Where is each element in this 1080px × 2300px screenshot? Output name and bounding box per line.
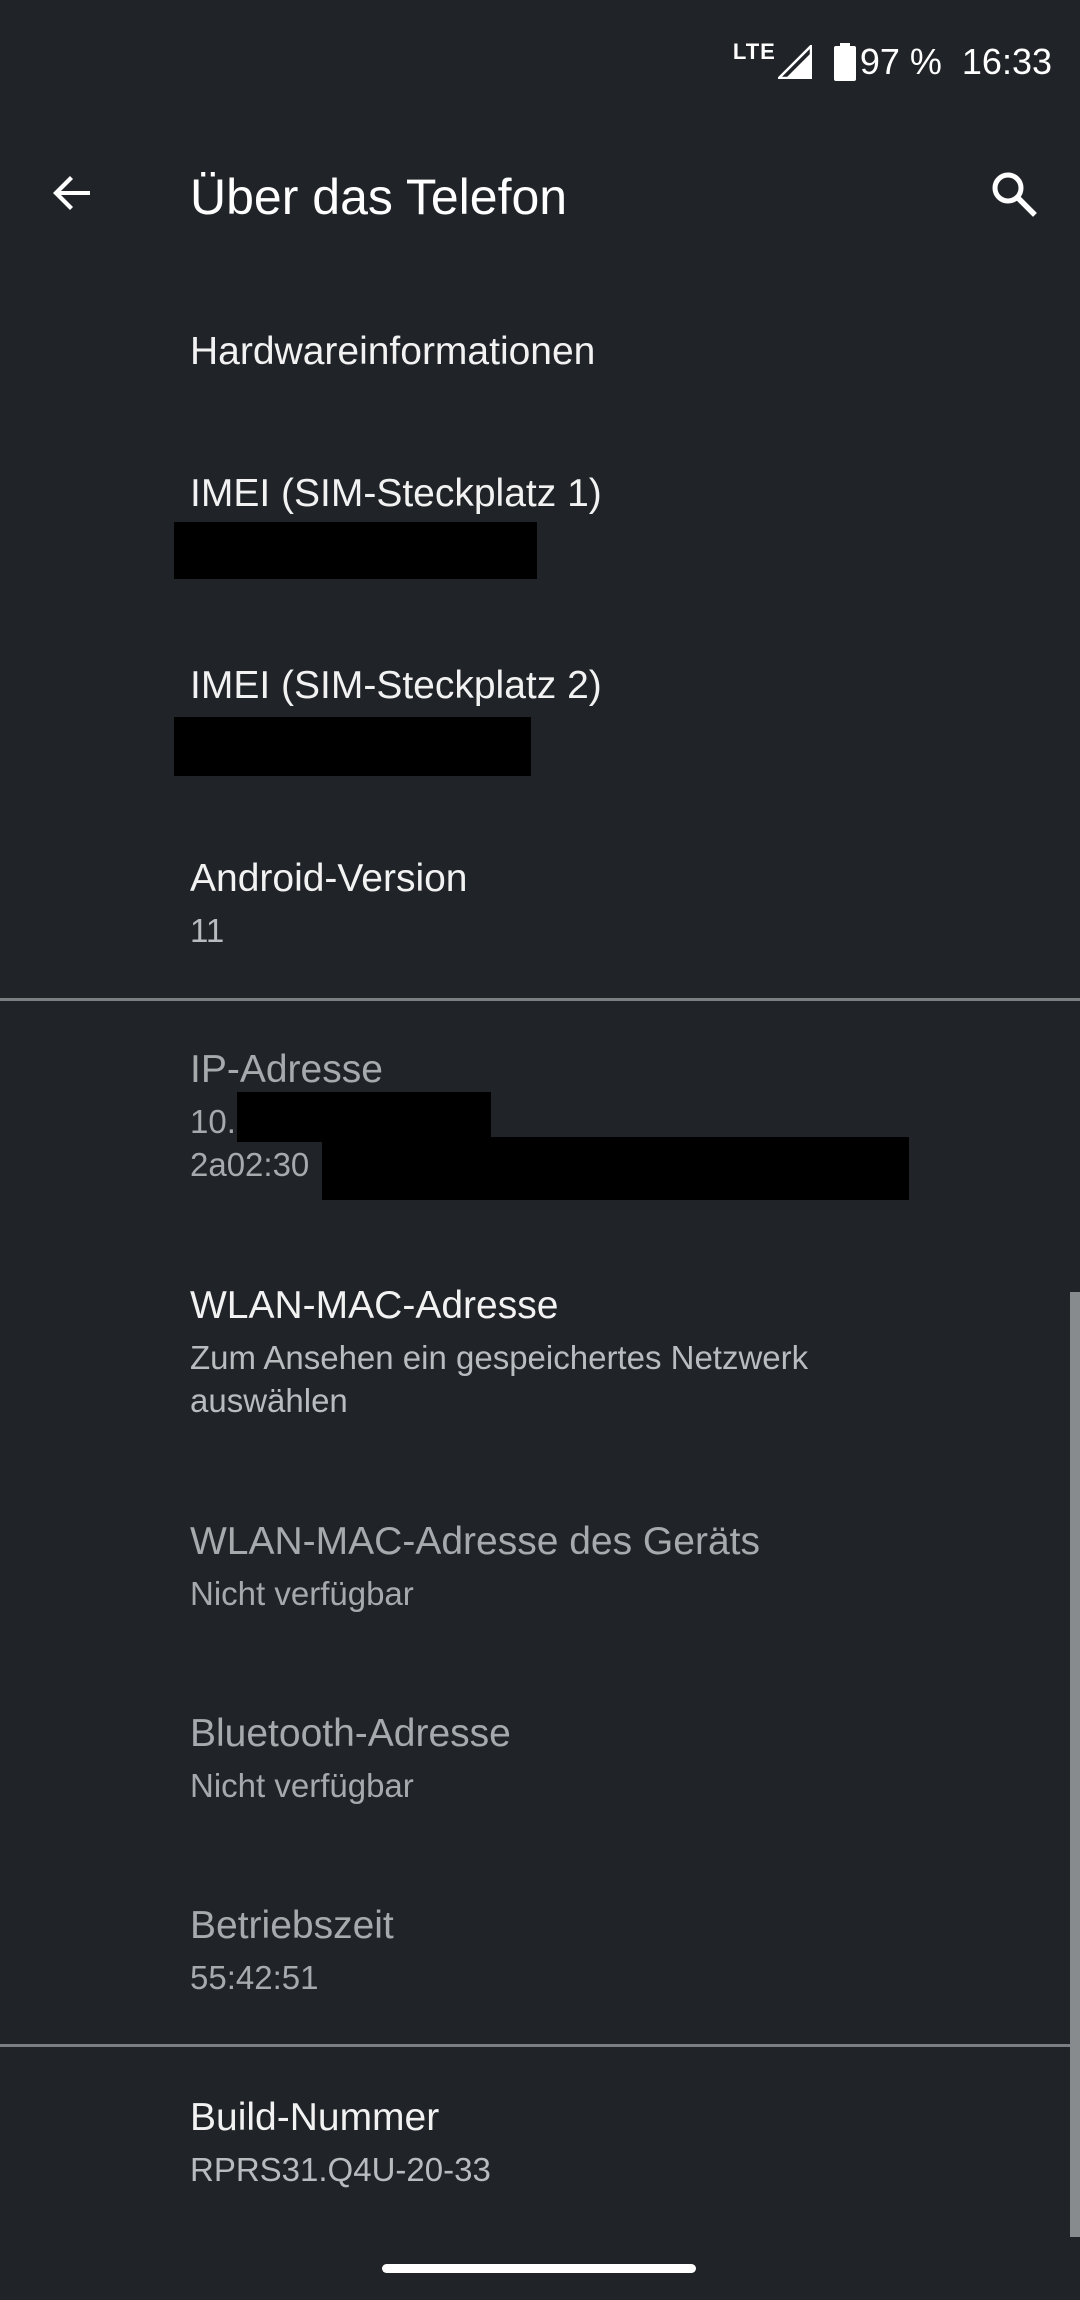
battery-percentage: 97 % <box>859 41 942 82</box>
device-wlan-mac-item: WLAN-MAC-Adresse des Geräts Nicht verfüg… <box>190 1518 1020 1615</box>
item-value: RPRS31.Q4U-20-33 <box>190 2151 491 2188</box>
android-version-item[interactable]: Android-Version 11 <box>190 855 1020 952</box>
item-title: Android-Version <box>190 857 468 900</box>
status-bar: LTE 97 % 16:33 <box>0 0 1080 120</box>
clock: 16:33 <box>961 41 1052 82</box>
arrow-back-icon <box>48 169 96 222</box>
redacted-ipv6 <box>322 1137 909 1200</box>
item-title: Betriebszeit <box>190 1904 394 1947</box>
item-value: 11 <box>190 912 225 949</box>
redacted-ipv4 <box>237 1092 491 1142</box>
item-value: Nicht verfügbar <box>190 1767 414 1804</box>
wlan-mac-item[interactable]: WLAN-MAC-Adresse Zum Ansehen ein gespeic… <box>190 1282 1020 1422</box>
app-bar: Über das Telefon <box>0 120 1080 270</box>
status-icons: LTE 97 % 16:33 <box>733 38 1052 86</box>
item-value-line1: Zum Ansehen ein gespeichertes Netzwerk <box>190 1339 809 1376</box>
item-value-line2: auswählen <box>190 1382 348 1419</box>
item-title: IMEI (SIM-Steckplatz 2) <box>190 664 602 707</box>
page-title: Über das Telefon <box>190 169 568 225</box>
redacted-imei-1 <box>174 522 537 579</box>
item-title: Bluetooth-Adresse <box>190 1712 511 1755</box>
item-value: 55:42:51 <box>190 1959 319 1996</box>
item-title: IMEI (SIM-Steckplatz 1) <box>190 472 602 515</box>
section-divider <box>0 998 1080 1001</box>
item-title: Hardwareinformationen <box>190 330 596 373</box>
network-type: LTE <box>732 39 776 64</box>
hardware-info-item[interactable]: Hardwareinformationen <box>190 328 1020 376</box>
search-icon <box>988 168 1038 223</box>
item-title: WLAN-MAC-Adresse <box>190 1284 559 1327</box>
signal-icon <box>777 45 812 79</box>
search-button[interactable] <box>974 156 1052 234</box>
battery-icon <box>833 43 856 81</box>
imei-slot-1-item[interactable]: IMEI (SIM-Steckplatz 1) <box>190 470 1020 518</box>
item-title: IP-Adresse <box>190 1048 383 1091</box>
section-divider <box>0 2044 1080 2047</box>
item-title: WLAN-MAC-Adresse des Geräts <box>190 1520 760 1563</box>
uptime-item: Betriebszeit 55:42:51 <box>190 1902 1020 1999</box>
item-value: Nicht verfügbar <box>190 1575 414 1612</box>
scrollbar[interactable] <box>1070 1292 1080 2237</box>
item-title: Build-Nummer <box>190 2096 440 2139</box>
redacted-imei-2 <box>174 717 531 776</box>
back-button[interactable] <box>34 157 110 233</box>
bluetooth-address-item: Bluetooth-Adresse Nicht verfügbar <box>190 1710 1020 1807</box>
build-number-item[interactable]: Build-Nummer RPRS31.Q4U-20-33 <box>190 2094 1020 2191</box>
imei-slot-2-item[interactable]: IMEI (SIM-Steckplatz 2) <box>190 662 1020 710</box>
home-indicator[interactable] <box>382 2264 696 2273</box>
